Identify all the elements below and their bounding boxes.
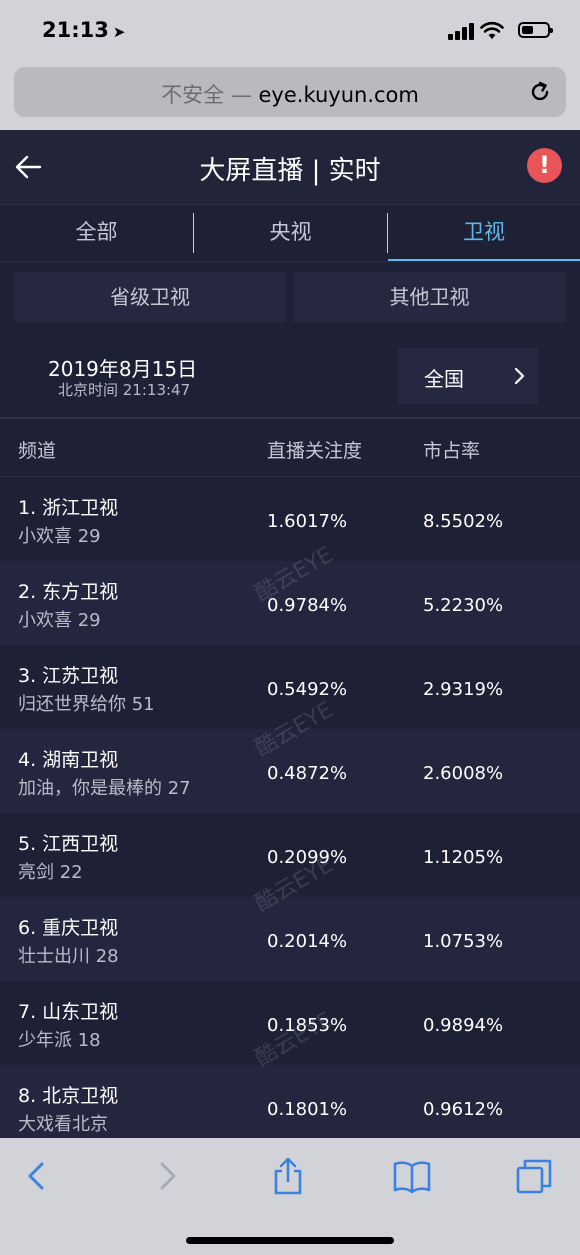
channel-name: 6. 重庆卫视 — [18, 917, 119, 939]
table-row[interactable]: 3. 江苏卫视 归还世界给你 51 0.5492% 2.9319% — [0, 645, 580, 729]
program-name: 大戏看北京 — [18, 1114, 108, 1135]
share-icon[interactable] — [268, 1156, 308, 1196]
channel-name: 3. 江苏卫视 — [18, 665, 119, 687]
table-row[interactable]: 2. 东方卫视 小欢喜 29 0.9784% 5.2230% — [0, 561, 580, 645]
channel-name: 2. 东方卫视 — [18, 581, 119, 603]
share-value: 8.5502% — [423, 511, 504, 532]
url-domain: eye.kuyun.com — [258, 83, 419, 107]
share-value: 1.0753% — [423, 931, 504, 952]
address-bar[interactable]: 不安全 — eye.kuyun.com — [14, 67, 566, 117]
date-label: 2019年8月15日 — [48, 357, 198, 381]
channel-name: 7. 山东卫视 — [18, 1001, 119, 1023]
share-value: 2.6008% — [423, 763, 504, 784]
tab-all[interactable]: 全部 — [0, 205, 193, 261]
location-icon: ➤ — [112, 23, 126, 41]
share-value: 2.9319% — [423, 679, 504, 700]
table-row[interactable]: 6. 重庆卫视 壮士出川 28 0.2014% 1.0753% — [0, 897, 580, 981]
channel-name: 1. 浙江卫视 — [18, 497, 119, 519]
app-header: 大屏直播 | 实时 ! — [0, 130, 580, 204]
attention-value: 0.2099% — [267, 847, 348, 868]
program-name: 壮士出川 28 — [18, 946, 119, 967]
column-attention[interactable]: 直播关注度 — [267, 436, 362, 463]
tab-satellite[interactable]: 卫视 — [388, 205, 580, 261]
date-row: 2019年8月15日 北京时间 21:13:47 全国 — [0, 331, 580, 419]
table-row[interactable]: 8. 北京卫视 大戏看北京 0.1801% 0.9612% — [0, 1065, 580, 1149]
share-value: 0.9894% — [423, 1015, 504, 1036]
page-title: 大屏直播 | 实时 — [199, 156, 381, 186]
url-text: 不安全 — eye.kuyun.com — [14, 79, 566, 109]
tabs-icon[interactable] — [514, 1156, 554, 1196]
attention-value: 0.1801% — [267, 1099, 348, 1120]
back-chevron-icon[interactable] — [18, 1156, 58, 1196]
category-tabs: 全部 央视 卫视 — [0, 204, 580, 262]
share-value: 0.9612% — [423, 1099, 504, 1120]
column-channel: 频道 — [18, 440, 57, 462]
table-header: 频道 直播关注度 市占率 — [0, 420, 580, 477]
program-name: 少年派 18 — [18, 1030, 101, 1051]
sub-tabs: 省级卫视 其他卫视 — [0, 261, 580, 331]
alert-icon[interactable]: ! — [527, 148, 562, 183]
tab-cctv[interactable]: 央视 — [194, 205, 387, 261]
subtab-provincial[interactable]: 省级卫视 — [14, 272, 286, 322]
status-time: 21:13 ➤ — [42, 18, 126, 42]
share-value: 5.2230% — [423, 595, 504, 616]
chevron-right-icon — [514, 367, 525, 385]
home-indicator — [186, 1237, 394, 1244]
region-label: 全国 — [424, 367, 464, 391]
status-bar: 21:13 ➤ 不安全 — eye.kuyun.com — [0, 0, 580, 130]
subtab-other[interactable]: 其他卫视 — [293, 272, 566, 322]
channel-name: 8. 北京卫视 — [18, 1085, 119, 1107]
wifi-icon — [480, 21, 504, 39]
insecure-label: 不安全 — — [161, 83, 259, 107]
program-name: 加油，你是最棒的 27 — [18, 778, 191, 799]
reload-icon[interactable] — [528, 80, 552, 104]
table-row[interactable]: 5. 江西卫视 亮剑 22 0.2099% 1.1205% — [0, 813, 580, 897]
beijing-time: 北京时间 21:13:47 — [58, 381, 191, 399]
channel-name: 4. 湖南卫视 — [18, 749, 119, 771]
region-selector[interactable]: 全国 — [398, 348, 538, 404]
program-name: 小欢喜 29 — [18, 610, 101, 631]
channel-name: 5. 江西卫视 — [18, 833, 119, 855]
table-row[interactable]: 7. 山东卫视 少年派 18 0.1853% 0.9894% — [0, 981, 580, 1065]
attention-value: 0.9784% — [267, 595, 348, 616]
channel-table: 1. 浙江卫视 小欢喜 29 1.6017% 8.5502% 2. 东方卫视 小… — [0, 477, 580, 1149]
program-name: 归还世界给你 51 — [18, 694, 155, 715]
bookmarks-icon[interactable] — [392, 1156, 432, 1196]
attention-value: 0.4872% — [267, 763, 348, 784]
forward-chevron-icon[interactable] — [146, 1156, 186, 1196]
attention-value: 0.5492% — [267, 679, 348, 700]
program-name: 小欢喜 29 — [18, 526, 101, 547]
attention-value: 0.1853% — [267, 1015, 348, 1036]
battery-icon — [518, 22, 553, 38]
cellular-signal-icon — [448, 22, 474, 40]
attention-value: 0.2014% — [267, 931, 348, 952]
table-row[interactable]: 1. 浙江卫视 小欢喜 29 1.6017% 8.5502% — [0, 477, 580, 561]
browser-toolbar — [0, 1138, 580, 1255]
attention-value: 1.6017% — [267, 511, 348, 532]
program-name: 亮剑 22 — [18, 862, 83, 883]
column-share[interactable]: 市占率 — [423, 436, 480, 463]
table-row[interactable]: 4. 湖南卫视 加油，你是最棒的 27 0.4872% 2.6008% — [0, 729, 580, 813]
share-value: 1.1205% — [423, 847, 504, 868]
